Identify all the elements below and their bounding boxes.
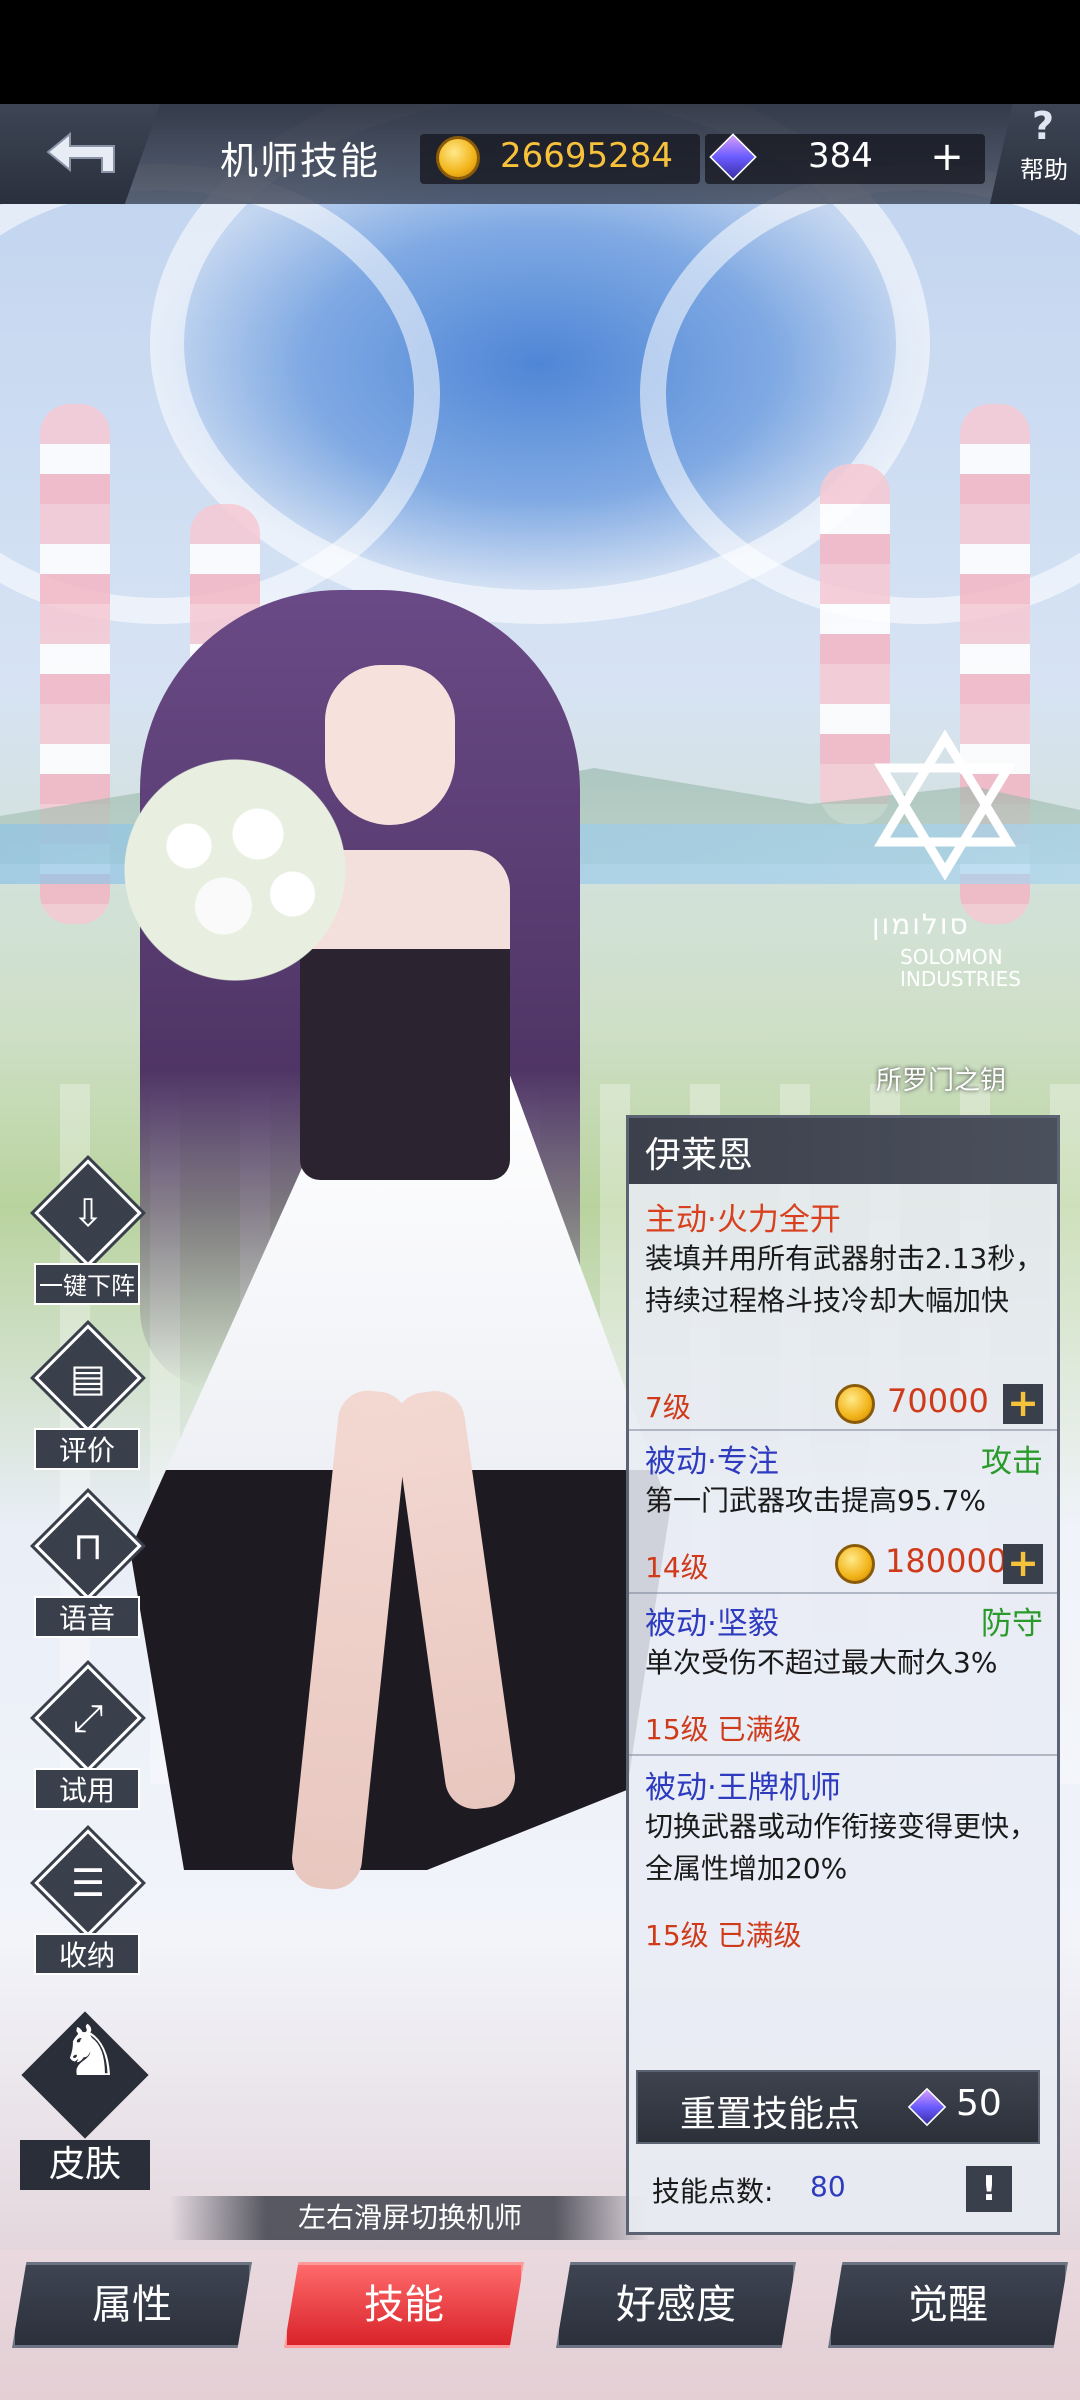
add-gems-button[interactable]: +	[922, 134, 972, 184]
panel-header: 伊莱恩	[629, 1118, 1057, 1184]
brand-line2: INDUSTRIES	[900, 967, 1021, 991]
skill-points-label: 技能点数:	[652, 2175, 774, 2208]
skill-level: 7级	[645, 1391, 691, 1424]
skill-description: 切换武器或动作衔接变得更快，全属性增加20%	[645, 1810, 1038, 1885]
skill-description: 单次受伤不超过最大耐久3%	[645, 1646, 998, 1679]
skill-level: 14级	[645, 1551, 709, 1584]
skin-name-label: 所罗门之钥	[876, 1066, 1007, 1096]
voice-label: 语音	[34, 1596, 140, 1638]
upgrade-cost: 70000	[887, 1382, 989, 1420]
pilot-name: 伊莱恩	[645, 1135, 754, 1176]
quick-remove-button[interactable]: ⇩ 一键下阵	[30, 1159, 142, 1315]
brand-name: SOLOMON INDUSTRIES	[900, 946, 1021, 990]
download-icon: ⇩	[72, 1191, 104, 1235]
coin-icon	[835, 1384, 875, 1424]
review-label: 评价	[34, 1428, 140, 1470]
quick-remove-label: 一键下阵	[34, 1263, 140, 1305]
coin-icon	[436, 136, 480, 180]
rabbit-icon: ♞	[58, 2010, 122, 2092]
status-bar	[0, 0, 1080, 104]
review-button[interactable]: ▤ 评价	[30, 1324, 142, 1480]
page-title: 机师技能	[220, 139, 381, 183]
tab-attributes[interactable]: 属性	[12, 2262, 252, 2348]
skill-description: 装填并用所有武器射击2.13秒，持续过程格斗技冷却大幅加快	[645, 1242, 1044, 1317]
skill-name: 被动·坚毅	[645, 1606, 779, 1642]
skill-name: 被动·专注	[645, 1444, 779, 1480]
skill-points-value: 80	[810, 2170, 846, 2203]
storage-icon: ☰	[70, 1861, 106, 1905]
brand-line1: SOLOMON	[900, 945, 1003, 969]
storage-label: 收纳	[34, 1933, 140, 1975]
voice-button[interactable]: ⊓ 语音	[30, 1492, 142, 1648]
tab-affection[interactable]: 好感度	[556, 2262, 796, 2348]
coin-icon	[835, 1544, 875, 1584]
trial-label: 试用	[34, 1768, 140, 1810]
skill-tag: 攻击	[981, 1444, 1043, 1480]
trial-button[interactable]: ⤢ 试用	[30, 1664, 142, 1820]
skin-label: 皮肤	[20, 2140, 150, 2190]
back-arrow-icon	[46, 131, 115, 173]
upgrade-cost: 180000	[885, 1542, 1008, 1580]
skill-name: 主动·火力全开	[645, 1202, 841, 1238]
comment-icon: ▤	[70, 1356, 106, 1400]
pilot-character-art[interactable]	[100, 570, 670, 2010]
help-label: 帮助	[1020, 156, 1068, 184]
hexagram-icon	[874, 729, 1016, 881]
skill-panel: 伊莱恩 主动·火力全开 装填并用所有武器射击2.13秒，持续过程格斗技冷却大幅加…	[626, 1115, 1060, 2235]
skill-description: 第一门武器攻击提高95.7%	[645, 1484, 986, 1517]
upgrade-button[interactable]: +	[1003, 1544, 1043, 1584]
tab-awaken[interactable]: 觉醒	[828, 2262, 1068, 2348]
info-button[interactable]: !	[966, 2166, 1012, 2212]
bouquet-illustration	[120, 750, 350, 990]
skill-level: 15级 已满级	[645, 1713, 802, 1746]
reset-label: 重置技能点	[680, 2094, 861, 2135]
storage-button[interactable]: ☰ 收纳	[30, 1829, 142, 1985]
reset-cost: 50	[956, 2083, 1002, 2124]
skill-level: 15级 已满级	[645, 1919, 802, 1952]
chair-icon: ⊓	[73, 1524, 103, 1568]
swipe-hint: 左右滑屏切换机师	[170, 2196, 650, 2240]
skill-name: 被动·王牌机师	[645, 1770, 841, 1806]
upgrade-button[interactable]: +	[1003, 1384, 1043, 1424]
skin-button[interactable]: ♞ 皮肤	[10, 2000, 160, 2200]
help-icon: ?	[1032, 104, 1055, 148]
trial-icon: ⤢	[72, 1696, 104, 1740]
skill-tag: 防守	[981, 1606, 1043, 1642]
gem-amount: 384	[808, 136, 873, 176]
tab-skills[interactable]: 技能	[284, 2262, 524, 2348]
coin-amount: 26695284	[500, 136, 674, 176]
brand-hebrew: סולומון	[872, 908, 970, 941]
